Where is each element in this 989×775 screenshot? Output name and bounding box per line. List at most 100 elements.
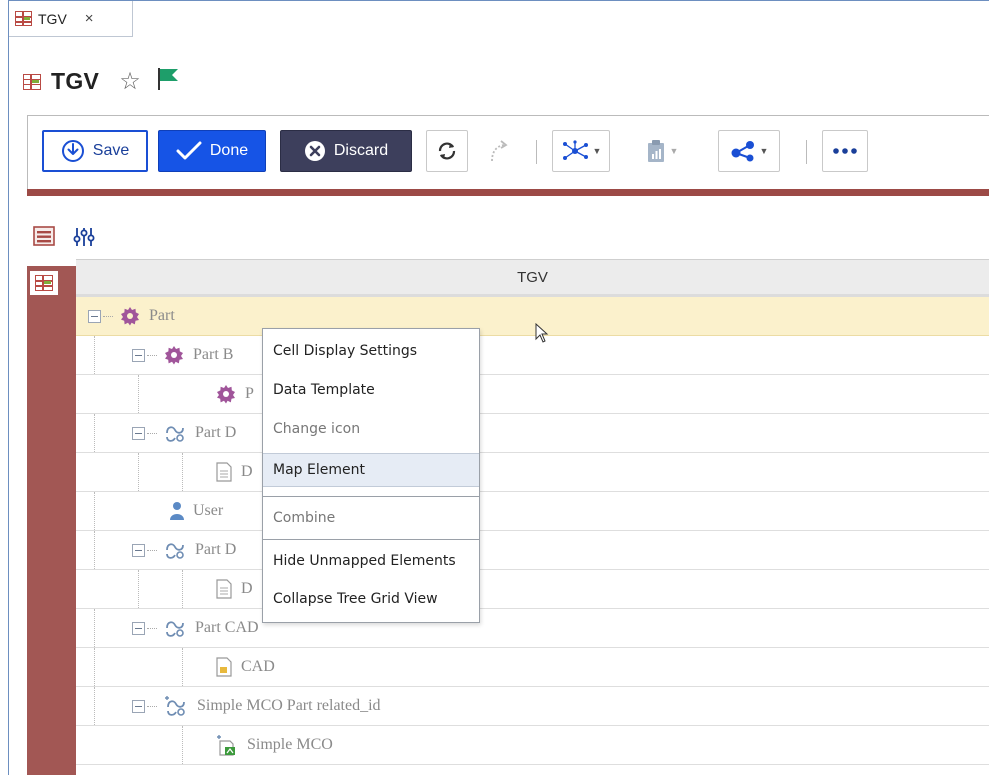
left-sidebar [27,266,76,775]
done-label: Done [209,142,249,159]
done-button[interactable]: Done [158,130,266,172]
save-button[interactable]: Save [42,130,148,172]
collapse-toggle[interactable] [132,543,145,557]
close-icon[interactable]: × [85,10,94,27]
report-dropdown-button[interactable]: ▼ [636,130,688,172]
share-icon [731,141,754,162]
menu-item-hide-unmapped-elements[interactable]: Hide Unmapped Elements [263,544,479,578]
network-dropdown-button[interactable]: ▼ [552,130,610,172]
tree-grid-icon [23,73,41,90]
relationship-icon [166,426,184,442]
page-title: TGV [51,68,100,94]
gear-icon [165,346,183,365]
tree-grid: TGV Part Part B P Part D D User Part D D… [76,259,989,775]
refresh-icon [438,142,456,160]
tree-row[interactable]: Simple MCO Part related_id [76,687,989,726]
tab-tgv[interactable]: TGV × [9,1,133,37]
tree-row[interactable]: D [76,570,989,609]
row-label: Part D [195,424,237,441]
tree-row[interactable]: P [76,375,989,414]
column-header[interactable]: TGV [76,259,989,297]
star-icon[interactable]: ☆ [119,69,141,94]
row-label: P [245,385,254,402]
form-icon [33,226,55,246]
clipboard-chart-icon [647,140,664,162]
tab-strip: TGV × [9,1,989,37]
ellipsis-icon [833,148,857,154]
discard-label: Discard [333,142,389,159]
tree-row[interactable]: Part B [76,336,989,375]
row-label: User [193,502,224,519]
discard-button[interactable]: Discard [280,130,412,172]
row-label: D [241,463,253,480]
context-menu: Cell Display Settings Data Template Chan… [262,328,480,623]
mouse-cursor-icon [535,322,549,348]
row-label: Simple MCO Part related_id [197,697,381,714]
menu-separator [263,496,479,497]
save-icon [61,140,84,162]
document-icon [216,462,232,482]
form-view-button[interactable] [29,223,59,249]
chevron-down-icon: ▼ [759,146,769,156]
tree-grid-icon [15,11,32,26]
menu-item-change-icon[interactable]: Change icon [263,412,479,446]
gear-icon [217,385,235,404]
refresh-button[interactable] [426,130,468,172]
page-header: TGV ☆ [23,67,179,96]
sliders-icon [73,228,95,246]
mco-icon [217,735,235,756]
tree-row[interactable]: Part D [76,414,989,453]
curved-arrow-icon [491,140,508,162]
share-dropdown-button[interactable]: ▼ [718,130,780,172]
tree-grid-icon [35,275,53,291]
more-actions-button[interactable] [822,130,868,172]
row-label: CAD [241,658,275,675]
relationship-icon [166,543,184,559]
cad-file-icon [216,657,232,677]
document-icon [216,579,232,599]
collapse-toggle[interactable] [132,348,145,362]
filter-settings-button[interactable] [73,226,95,253]
toolbar-separator [536,140,537,164]
tree-row[interactable]: User [76,492,989,531]
application-frame: TGV × TGV ☆ Save Done Discard ▼ ▼ ▼ TGV … [8,0,989,775]
toolbar: Save Done Discard ▼ ▼ ▼ [27,115,989,189]
gear-icon [121,307,139,326]
menu-item-collapse-tree-grid-view[interactable]: Collapse Tree Grid View [263,582,479,616]
tree-row[interactable]: Part D [76,531,989,570]
row-label: Part CAD [195,619,259,636]
row-label: Part [149,307,175,324]
toolbar-separator [806,140,807,164]
menu-item-map-element[interactable]: Map Element [263,453,479,487]
tree-row[interactable]: D [76,453,989,492]
tree-grid-view-button[interactable] [30,271,58,295]
chevron-down-icon: ▼ [669,146,679,156]
toolbar-accent-bar [27,189,989,196]
collapse-toggle[interactable] [88,309,101,323]
chevron-down-icon: ▼ [592,146,602,156]
collapse-toggle[interactable] [132,426,145,440]
menu-item-combine[interactable]: Combine [263,501,479,535]
menu-item-data-template[interactable]: Data Template [263,373,479,407]
redirect-button[interactable] [480,130,516,172]
network-icon [562,140,588,160]
tree-row[interactable]: CAD [76,648,989,687]
flag-icon[interactable] [157,67,179,96]
tree-row[interactable]: Part [76,297,989,336]
save-label: Save [92,142,130,159]
row-label: D [241,580,253,597]
relationship-icon [166,621,184,637]
row-label: Part B [193,346,234,363]
tree-row[interactable]: Part CAD [76,609,989,648]
user-icon [170,502,184,520]
row-label: Part D [195,541,237,558]
discard-icon [304,141,325,161]
relationship-icon [165,696,185,716]
tree-row[interactable]: Simple MCO [76,726,989,765]
collapse-toggle[interactable] [132,621,145,635]
menu-item-cell-display-settings[interactable]: Cell Display Settings [263,334,479,368]
tab-label: TGV [38,10,67,27]
checkmark-icon [176,141,202,160]
menu-separator [263,539,479,540]
collapse-toggle[interactable] [132,699,145,713]
